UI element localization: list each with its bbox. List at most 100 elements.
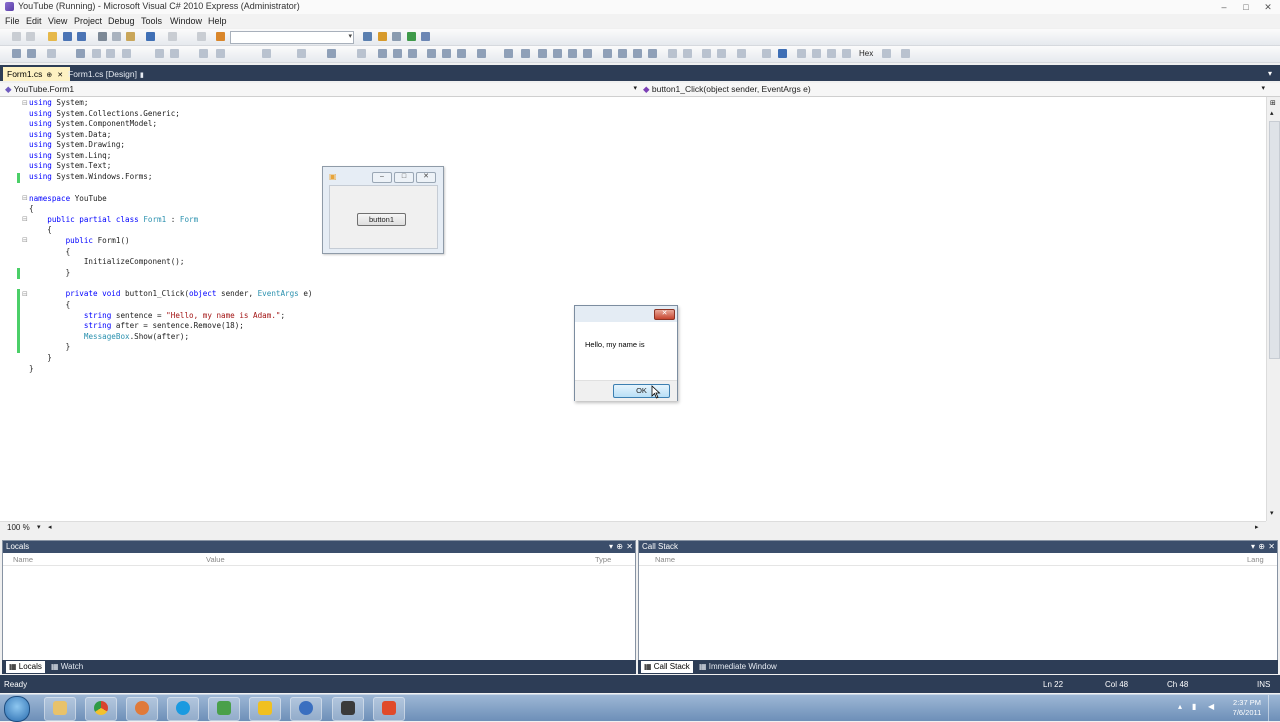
form-minimize-button[interactable]: – xyxy=(372,172,392,183)
running-form-window[interactable]: ▣ – □ ✕ button1 xyxy=(322,166,444,254)
spacing-icon[interactable] xyxy=(553,49,562,58)
spacing-icon[interactable] xyxy=(603,49,612,58)
spacing-icon[interactable] xyxy=(583,49,592,58)
ok-button[interactable]: OK xyxy=(613,384,670,398)
tab-form1-cs[interactable]: Form1.cs ⊕ ✕ xyxy=(3,67,70,81)
col-name[interactable]: Name xyxy=(655,554,675,565)
vertical-scrollbar[interactable]: ⊞ ▴ ▾ xyxy=(1266,97,1280,521)
new-project-icon[interactable] xyxy=(12,32,21,41)
layout-icon[interactable] xyxy=(92,49,101,58)
spacing-icon[interactable] xyxy=(633,49,642,58)
debug-icon[interactable] xyxy=(683,49,692,58)
collapse-icon[interactable]: ⊟ xyxy=(22,216,28,224)
form-close-button[interactable]: ✕ xyxy=(416,172,436,183)
taskbar-app[interactable] xyxy=(208,697,240,721)
tab-form1-design[interactable]: Form1.cs [Design] ▮ xyxy=(64,67,152,81)
layout-icon[interactable] xyxy=(122,49,131,58)
message-box-close-button[interactable]: ✕ xyxy=(654,309,675,320)
chevron-down-icon[interactable]: ▾ xyxy=(1270,509,1274,517)
spacing-icon[interactable] xyxy=(648,49,657,58)
start-debugging-icon[interactable] xyxy=(197,32,206,41)
pin-icon[interactable]: ⊕ xyxy=(616,541,623,553)
chevron-down-icon[interactable]: ▾ xyxy=(609,541,613,553)
output-icon[interactable] xyxy=(882,49,891,58)
save-icon[interactable] xyxy=(63,32,72,41)
align-icon[interactable] xyxy=(297,49,306,58)
step-icon[interactable] xyxy=(797,49,806,58)
menu-window[interactable]: Window xyxy=(170,16,202,26)
align-icon[interactable] xyxy=(378,49,387,58)
col-name[interactable]: Name xyxy=(13,554,33,565)
taskbar-app[interactable] xyxy=(126,697,158,721)
taskbar-skype[interactable] xyxy=(167,697,199,721)
spacing-icon[interactable] xyxy=(538,49,547,58)
type-dropdown[interactable]: ◆ YouTube.Form1 ▾ xyxy=(5,84,637,94)
spacing-icon[interactable] xyxy=(477,49,486,58)
copy-icon[interactable] xyxy=(112,32,121,41)
close-icon[interactable]: ✕ xyxy=(626,541,633,553)
menu-view[interactable]: View xyxy=(48,16,67,26)
chevron-left-icon[interactable]: ◂ xyxy=(48,523,52,531)
col-value[interactable]: Value xyxy=(206,554,225,565)
spacing-icon[interactable] xyxy=(504,49,513,58)
minimize-button[interactable]: – xyxy=(1215,1,1233,14)
taskbar-explorer[interactable] xyxy=(44,697,76,721)
member-dropdown[interactable]: ◆ button1_Click(object sender, EventArgs… xyxy=(643,84,1265,94)
tray-chevron-icon[interactable]: ▴ xyxy=(1178,702,1182,711)
debug-icon[interactable] xyxy=(702,49,711,58)
chevron-right-icon[interactable]: ▸ xyxy=(1255,523,1259,531)
col-lang[interactable]: Lang xyxy=(1247,554,1264,565)
close-button[interactable]: ✕ xyxy=(1259,1,1277,14)
spacing-icon[interactable] xyxy=(457,49,466,58)
menu-help[interactable]: Help xyxy=(208,16,227,26)
redo-icon[interactable] xyxy=(168,32,177,41)
tab-locals[interactable]: ▦ Locals xyxy=(6,661,45,673)
maximize-button[interactable]: □ xyxy=(1237,1,1255,14)
layout-icon[interactable] xyxy=(76,49,85,58)
taskbar-app[interactable] xyxy=(332,697,364,721)
debug-icon[interactable] xyxy=(668,49,677,58)
collapse-icon[interactable]: ⊟ xyxy=(22,100,28,108)
tab-watch[interactable]: ▦ Watch xyxy=(48,661,86,673)
zoom-level[interactable]: 100 % xyxy=(7,523,30,532)
toolbox-icon[interactable] xyxy=(421,32,430,41)
form-maximize-button[interactable]: □ xyxy=(394,172,414,183)
pin-icon[interactable]: ⊕ xyxy=(1258,541,1265,553)
network-icon[interactable]: ▮ xyxy=(1192,702,1196,711)
taskbar-app[interactable] xyxy=(373,697,405,721)
align-icon[interactable] xyxy=(262,49,271,58)
clock[interactable]: 2:37 PM 7/6/2011 xyxy=(1229,698,1265,718)
find-combobox[interactable]: ▾ xyxy=(230,31,354,44)
save-all-icon[interactable] xyxy=(77,32,86,41)
collapse-icon[interactable]: ⊟ xyxy=(22,291,28,299)
align-icon[interactable] xyxy=(155,49,164,58)
message-box[interactable]: ✕ Hello, my name is OK xyxy=(574,305,678,401)
windows-icon[interactable] xyxy=(901,49,910,58)
collapse-icon[interactable]: ⊟ xyxy=(22,195,28,203)
collapse-icon[interactable]: ⊟ xyxy=(22,237,28,245)
menu-tools[interactable]: Tools xyxy=(141,16,162,26)
solution-explorer-icon[interactable] xyxy=(378,32,387,41)
cut-icon[interactable] xyxy=(98,32,107,41)
layout-icon[interactable] xyxy=(27,49,36,58)
start-button[interactable] xyxy=(4,696,30,722)
spacing-icon[interactable] xyxy=(521,49,530,58)
align-icon[interactable] xyxy=(408,49,417,58)
tab-immediate-window[interactable]: ▦ Immediate Window xyxy=(696,661,780,673)
align-icon[interactable] xyxy=(199,49,208,58)
spacing-icon[interactable] xyxy=(427,49,436,58)
undo-icon[interactable] xyxy=(146,32,155,41)
taskbar-aim[interactable] xyxy=(249,697,281,721)
volume-icon[interactable]: ◀ xyxy=(1208,702,1214,711)
align-icon[interactable] xyxy=(327,49,336,58)
add-item-icon[interactable] xyxy=(26,32,35,41)
button1[interactable]: button1 xyxy=(357,213,406,226)
taskbar-chrome[interactable] xyxy=(85,697,117,721)
align-icon[interactable] xyxy=(170,49,179,58)
align-icon[interactable] xyxy=(216,49,225,58)
layout-icon[interactable] xyxy=(47,49,56,58)
pin-icon[interactable]: ⊕ xyxy=(46,72,52,79)
chevron-down-icon[interactable]: ▾ xyxy=(37,523,41,531)
spacing-icon[interactable] xyxy=(442,49,451,58)
layout-icon[interactable] xyxy=(12,49,21,58)
